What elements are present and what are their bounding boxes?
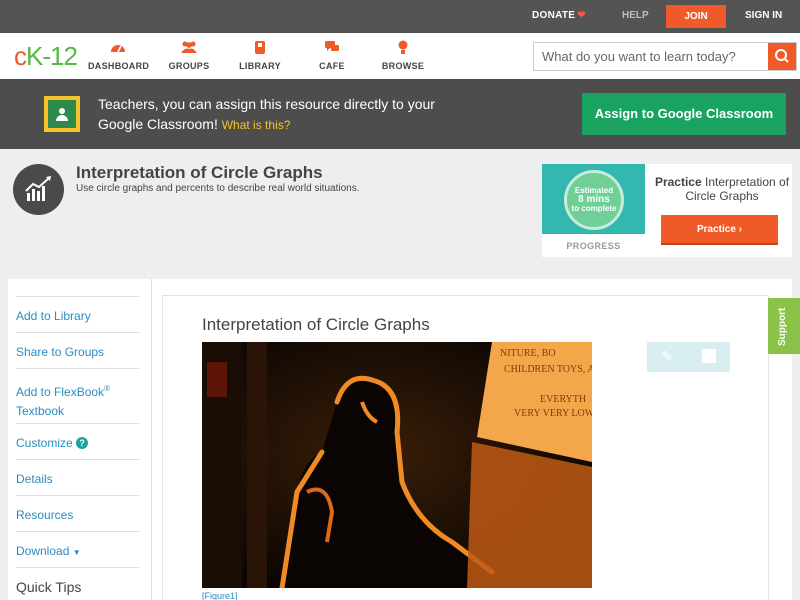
join-button[interactable]: JOIN (666, 5, 726, 28)
heart-icon: ❤ (577, 10, 586, 21)
sidebar-download[interactable]: Download ▼ (16, 531, 139, 562)
annotation-tools: ✎ (647, 342, 730, 372)
sign-in-link[interactable]: SIGN IN (745, 10, 782, 21)
practice-title: Practice Interpretation of Circle Graphs (654, 175, 790, 203)
main-nav: cK-12 DASHBOARD GROUPS LIBRARY CAFE BROW… (0, 33, 800, 79)
concept-chart-icon (13, 164, 64, 215)
nav-library[interactable]: LIBRARY (238, 40, 282, 71)
classroom-banner-text: Teachers, you can assign this resource d… (98, 96, 435, 132)
google-classroom-icon (44, 96, 80, 132)
nav-cafe[interactable]: CAFE (316, 40, 348, 71)
groups-icon (165, 40, 213, 56)
concept-title: Interpretation of Circle Graphs (76, 163, 323, 182)
donate-link[interactable]: DONATE ❤ (532, 10, 586, 21)
help-link[interactable]: HELP (622, 10, 649, 21)
pencil-icon[interactable]: ✎ (661, 348, 673, 365)
nav-dashboard[interactable]: DASHBOARD (88, 40, 149, 71)
practice-button[interactable]: Practice › (661, 215, 778, 245)
sidebar-add-to-flexbook[interactable]: Add to FlexBook® Textbook (16, 368, 139, 421)
caret-down-icon: ▼ (72, 548, 81, 557)
svg-text:CHILDREN TOYS, A: CHILDREN TOYS, A (504, 364, 592, 375)
sidebar-customize[interactable]: Customize ? (16, 423, 139, 453)
search-input[interactable] (534, 43, 770, 70)
svg-text:VERY VERY LOW: VERY VERY LOW (514, 408, 592, 419)
library-icon (238, 40, 282, 56)
search-box (533, 42, 797, 71)
sidebar-details[interactable]: Details (16, 459, 139, 489)
sidebar-quick-tips[interactable]: Quick Tips (16, 567, 139, 597)
nav-groups[interactable]: GROUPS (165, 40, 213, 71)
progress-card: Estimated 8 mins to complete PROGRESS Pr… (542, 164, 792, 257)
notes-icon[interactable] (702, 349, 716, 363)
progress-label: PROGRESS (566, 241, 621, 251)
estimated-time-badge: Estimated 8 mins to complete (564, 170, 624, 230)
concept-description: Use circle graphs and percents to descri… (76, 183, 360, 194)
ck12-logo[interactable]: cK-12 (14, 41, 78, 71)
progress-image: Estimated 8 mins to complete (542, 164, 645, 234)
article-title: Interpretation of Circle Graphs (202, 315, 430, 334)
sidebar-resources[interactable]: Resources (16, 495, 139, 525)
nav-browse[interactable]: BROWSE (381, 40, 425, 71)
what-is-this-link[interactable]: What is this? (222, 118, 291, 132)
sidebar: Add to Library Share to Groups Add to Fl… (8, 279, 151, 600)
search-button[interactable] (768, 43, 796, 70)
article-figure-image: NITURE, BO CHILDREN TOYS, A EVERYTH VERY… (202, 342, 592, 588)
sidebar-share-to-groups[interactable]: Share to Groups (16, 332, 139, 362)
top-utility-bar: DONATE ❤ HELP JOIN SIGN IN (0, 0, 800, 33)
search-icon (775, 49, 789, 63)
support-tab[interactable]: Support (768, 298, 800, 354)
assign-to-google-classroom-button[interactable]: Assign to Google Classroom (582, 93, 786, 135)
sidebar-add-to-library[interactable]: Add to Library (16, 296, 139, 326)
dashboard-icon (88, 40, 148, 56)
svg-text:EVERYTH: EVERYTH (540, 394, 586, 405)
help-question-icon[interactable]: ? (76, 437, 89, 449)
chevron-right-icon: › (738, 224, 743, 235)
figure-link[interactable]: [Figure1] (202, 591, 238, 600)
cafe-icon (316, 40, 348, 56)
browse-icon (381, 40, 425, 56)
svg-text:NITURE, BO: NITURE, BO (500, 348, 556, 359)
